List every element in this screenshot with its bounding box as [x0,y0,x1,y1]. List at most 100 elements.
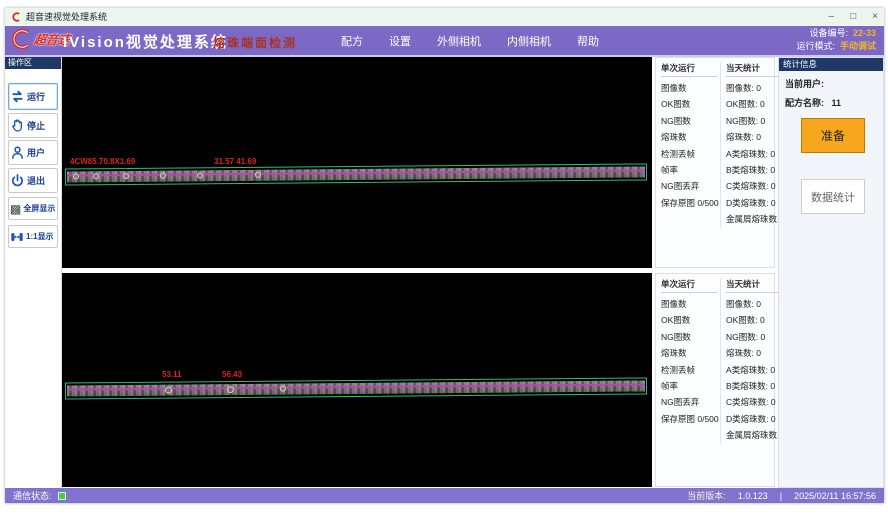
stop-button[interactable]: 停止 [8,113,58,138]
recipe-name-value: 11 [832,98,842,108]
version-label: 当前版本: [687,489,726,502]
seam-feature-dot [197,172,203,178]
run-cycle-icon [10,89,25,104]
group-title: 当天统计 [726,278,780,293]
menu-item-settings[interactable]: 设置 [389,33,411,49]
one-to-one-icon [10,230,24,244]
measurement-annotation: 31.57 41.69 [214,157,256,166]
run-mode-value: 手动调试 [840,41,876,51]
stat-row: A类熔珠数: 0 [726,146,780,162]
stat-row: OK图数: 0 [726,96,780,112]
maximize-button[interactable]: □ [850,12,856,22]
stat-row: 保存原图 0/500 [661,195,717,211]
power-icon [10,173,25,188]
menu-item-outer-camera[interactable]: 外侧相机 [437,33,481,49]
stats-panel-top: 单次运行 图像数OK图数NG图数熔珠数检测丢帧帧率NG图丢弃保存原图 0/500… [655,57,775,268]
stat-row: C类熔珠数: 0 [726,178,780,194]
group-title: 单次运行 [661,278,717,293]
exit-button-label: 退出 [27,174,45,187]
stats-panel-bottom: 单次运行 图像数OK图数NG图数熔珠数检测丢帧帧率NG图丢弃保存原图 0/500… [655,273,775,487]
stat-row: NG图丢弃 [661,394,717,410]
one-to-one-button-label: 1:1显示 [26,231,54,242]
stat-row: NG图数 [661,113,717,129]
stop-hand-icon [10,118,25,133]
status-bar: 通信状态: 当前版本: 1.0.123 | 2025/02/11 16:57:5… [5,488,884,503]
user-button[interactable]: 用户 [8,140,58,165]
stat-row: 帧率 [661,378,717,394]
current-user-label: 当前用户: [785,79,824,89]
stat-row: NG图数: 0 [726,329,780,345]
stat-row: 检测丢帧 [661,146,717,162]
stat-row: NG图数: 0 [726,113,780,129]
page-title: IVision视觉处理系统 [63,31,228,52]
stat-row: NG图数 [661,329,717,345]
stat-row: 帧率 [661,162,717,178]
inner-camera-view[interactable]: 53.11 56.43 [62,273,652,487]
stat-row: OK图数 [661,96,717,112]
app-logo-icon [11,12,21,22]
exit-button[interactable]: 退出 [8,168,58,193]
one-to-one-button[interactable]: 1:1显示 [8,225,58,248]
stat-row: 保存原图 0/500 [661,411,717,427]
stat-row: 检测丢帧 [661,362,717,378]
page-subtitle: 熔珠端面检测 [213,34,297,51]
current-user-field: 当前用户: [785,77,883,90]
run-button-label: 运行 [27,90,45,103]
stat-row: 金属屑熔珠数: 0 [726,211,780,227]
seam-feature-dot [73,173,79,179]
device-number-label: 设备编号: [809,28,848,38]
minimize-button[interactable]: – [829,12,835,22]
comm-status-label: 通信状态: [13,489,52,502]
main-content: 操作区 运行 停止 用户 [5,57,884,488]
seam-feature-dot [93,173,99,179]
stat-row: 熔珠数: 0 [726,129,780,145]
user-button-label: 用户 [27,146,45,159]
seam-bounding-box [65,377,647,399]
stat-row: D类熔珠数: 0 [726,411,780,427]
stat-row: 图像数: 0 [726,296,780,312]
status-datetime: 2025/02/11 16:57:56 [794,491,876,501]
seam-bounding-box [65,163,647,185]
stat-row: 图像数 [661,296,717,312]
operation-sidebar: 操作区 运行 停止 用户 [5,57,62,488]
brand-logo: 超音速 [10,28,70,50]
stat-row: D类熔珠数: 0 [726,195,780,211]
stat-row: 熔珠数 [661,129,717,145]
app-header: 超音速 IVision视觉处理系统 熔珠端面检测 配方 设置 外侧相机 内侧相机… [5,26,884,57]
outer-camera-view[interactable]: 4CW85.70.8X1.69 31.57 41.69 [62,57,652,268]
prepare-button[interactable]: 准备 [801,118,865,153]
status-separator: | [780,491,782,501]
seam-feature-dot [123,173,129,179]
measurement-annotation: 4CW85.70.8X1.69 [70,157,135,166]
fullscreen-button[interactable]: ▩ 全屏显示 [8,197,58,220]
menu-item-help[interactable]: 帮助 [577,33,599,49]
close-button[interactable]: × [872,12,878,22]
measurement-annotation: 53.11 [162,370,182,379]
today-stats-group: 当天统计 图像数: 0OK图数: 0NG图数: 0熔珠数: 0A类熔珠数: 0B… [720,62,780,228]
seam-feature-dot [165,387,172,394]
stat-row: 熔珠数 [661,345,717,361]
seam-feature-dot [227,386,234,393]
today-stats-group: 当天统计 图像数: 0OK图数: 0NG图数: 0熔珠数: 0A类熔珠数: 0B… [720,278,780,444]
stat-row: OK图数: 0 [726,312,780,328]
stat-row: 图像数 [661,80,717,96]
device-info: 设备编号:22-33 运行模式:手动调试 [796,27,876,53]
weld-seam-overlay [65,377,647,399]
menu-item-inner-camera[interactable]: 内侧相机 [507,33,551,49]
group-title: 单次运行 [661,62,717,77]
fullscreen-dither-icon: ▩ [10,203,21,215]
stat-row: B类熔珠数: 0 [726,162,780,178]
single-run-group: 单次运行 图像数OK图数NG图数熔珠数检测丢帧帧率NG图丢弃保存原图 0/500 [661,62,717,211]
device-number-value: 22-33 [853,28,876,38]
user-icon [10,145,25,160]
stop-button-label: 停止 [27,119,45,132]
data-statistics-button[interactable]: 数据统计 [801,179,865,214]
run-button[interactable]: 运行 [8,83,58,110]
version-value: 1.0.123 [738,491,768,501]
brand-swirl-icon [10,28,32,50]
app-window: 超音速视觉处理系统 – □ × 超音速 IVision视觉处理系统 熔珠端面检测… [5,8,884,503]
stat-row: OK图数 [661,312,717,328]
menu-item-recipe[interactable]: 配方 [341,33,363,49]
weld-seam-overlay [65,163,647,185]
sidebar-header: 操作区 [5,57,61,69]
